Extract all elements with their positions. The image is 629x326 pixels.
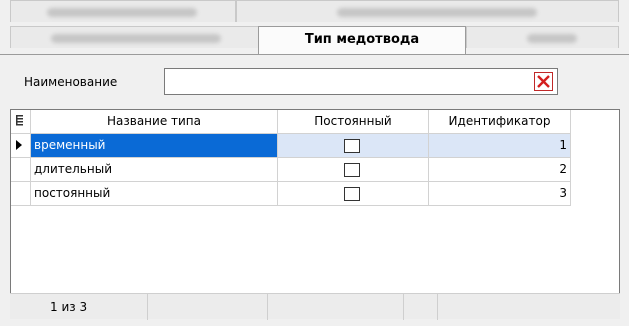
tab-panel: Наименование Название типа Постоянный Ид… (0, 54, 629, 326)
status-segment (148, 294, 268, 320)
types-grid: Название типа Постоянный Идентификатор в… (10, 109, 620, 309)
permanent-checkbox[interactable] (344, 187, 360, 201)
current-row-arrow-icon (11, 134, 31, 158)
permanent-cell[interactable] (278, 158, 429, 182)
id-cell[interactable]: 1 (429, 134, 571, 158)
tab-blurred-2[interactable] (236, 0, 619, 22)
id-cell[interactable]: 3 (429, 182, 571, 206)
column-header-id[interactable]: Идентификатор (429, 110, 571, 134)
row-indicator (11, 182, 31, 206)
status-segment (404, 294, 438, 320)
column-header-name[interactable]: Название типа (31, 110, 278, 134)
status-segment (268, 294, 404, 320)
filter-label: Наименование (24, 75, 118, 89)
tab-medotvod-type[interactable]: Тип медотвода (258, 26, 466, 54)
type-name-cell[interactable]: постоянный (31, 182, 278, 206)
record-position: 1 из 3 (10, 294, 148, 320)
tab-label: Тип медотвода (304, 32, 420, 47)
tab-blurred-4[interactable] (466, 26, 619, 48)
permanent-cell[interactable] (278, 182, 429, 206)
type-name-cell[interactable]: временный (31, 134, 278, 158)
clear-filter-icon[interactable] (534, 72, 553, 91)
permanent-checkbox[interactable] (344, 139, 360, 153)
status-bar: 1 из 3 (10, 293, 620, 320)
type-name-cell[interactable]: длительный (31, 158, 278, 182)
grid-header: Название типа Постоянный Идентификатор (11, 110, 588, 134)
column-header-permanent[interactable]: Постоянный (278, 110, 429, 134)
id-cell[interactable]: 2 (429, 158, 571, 182)
table-row[interactable]: временный 1 (11, 134, 588, 158)
table-row[interactable]: длительный 2 (11, 158, 588, 182)
tab-blurred-1[interactable] (10, 0, 236, 22)
permanent-cell[interactable] (278, 134, 429, 158)
permanent-checkbox[interactable] (344, 163, 360, 177)
table-row[interactable]: постоянный 3 (11, 182, 588, 206)
name-filter-input[interactable] (164, 68, 558, 95)
row-indicator (11, 158, 31, 182)
column-chooser-icon[interactable] (11, 110, 31, 134)
tab-blurred-3[interactable] (10, 26, 260, 48)
tab-row-bottom: Тип медотвода (0, 26, 629, 54)
tab-row-top (0, 0, 629, 24)
